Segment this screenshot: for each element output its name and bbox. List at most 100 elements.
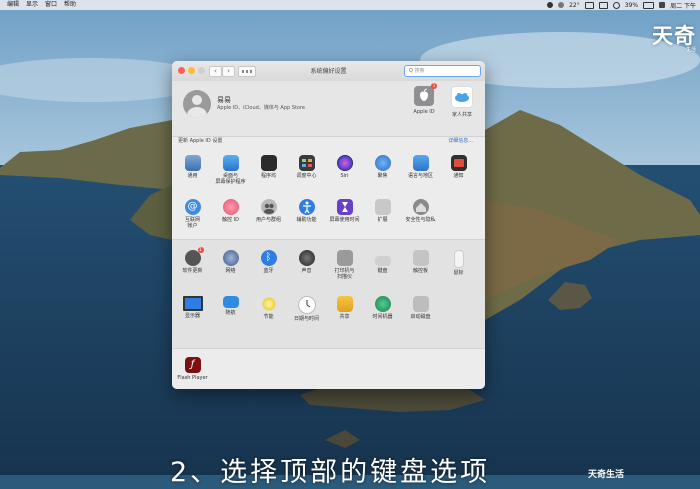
menu-view[interactable]: 显示 (26, 0, 38, 10)
general-icon (184, 155, 201, 171)
pref-energy-saver[interactable]: 节能 (252, 296, 285, 320)
apple-id-badge: 1 (431, 83, 437, 89)
pref-mouse-label: 鼠标 (453, 270, 464, 276)
pref-printers-scanners[interactable]: 打印机与 扫描仪 (328, 250, 361, 280)
apple-id-label: Apple ID (413, 109, 435, 115)
pref-users-label: 用户与群组 (255, 217, 281, 223)
pref-language-label: 语言与地区 (407, 173, 433, 179)
pref-sound[interactable]: 声音 (290, 250, 323, 274)
pref-touch-id[interactable]: 触控 ID (214, 199, 247, 223)
pref-network[interactable]: 网络 (214, 250, 247, 274)
keyboard-icon (374, 256, 391, 266)
search-field[interactable]: Q 搜索 (404, 65, 481, 77)
pref-extensions-label: 扩展 (377, 217, 388, 223)
at-sign-icon: @ (184, 199, 201, 215)
pref-users-groups[interactable]: 用户与群组 (252, 199, 285, 223)
pref-extensions[interactable]: 扩展 (366, 199, 399, 223)
apple-logo-icon: 1 (414, 83, 437, 106)
wifi-icon[interactable] (612, 1, 620, 9)
gear-icon: 1 (184, 247, 204, 266)
battery-label[interactable]: 39% (625, 2, 638, 9)
pref-displays-label: 显示器 (184, 313, 200, 319)
pref-spotlight-label: 聚焦 (377, 173, 388, 179)
hourglass-icon (336, 199, 353, 215)
users-icon (260, 199, 277, 215)
pref-startup-disk[interactable]: 启动磁盘 (404, 296, 437, 320)
spotlight-icon (374, 155, 391, 171)
pref-bluetooth[interactable]: ᛒ 蓝牙 (252, 250, 285, 274)
pref-time-machine[interactable]: 时间机器 (366, 296, 399, 320)
details-link[interactable]: 详细信息... (448, 137, 473, 144)
pref-internet-label: 互联网 帐户 (184, 217, 200, 229)
pref-dock-label: 程序坞 (260, 173, 276, 179)
pref-desktop-screensaver[interactable]: 桌面与 屏幕保护程序 (214, 155, 247, 185)
sidecar-icon (222, 296, 239, 308)
siri-icon (336, 155, 353, 171)
pref-mission-control-label: 调度中心 (296, 173, 317, 179)
language-region-icon (412, 155, 429, 171)
family-sharing-icon (451, 86, 473, 108)
printer-icon (336, 250, 353, 266)
bluetooth-icon: ᛒ (260, 250, 277, 266)
family-sharing-pref[interactable]: 家人共享 (447, 86, 477, 118)
display-icon[interactable] (584, 1, 594, 9)
pref-spotlight[interactable]: 聚焦 (366, 155, 399, 179)
pref-mission-control[interactable]: 调度中心 (290, 155, 323, 179)
pref-time-machine-label: 时间机器 (372, 314, 393, 320)
weather-icon[interactable] (558, 2, 565, 8)
pref-accessibility[interactable]: 辅助功能 (290, 199, 323, 223)
pref-language-region[interactable]: 语言与地区 (404, 155, 437, 179)
user-subtitle: Apple ID、iCloud、媒体与 App Store (217, 105, 305, 111)
dock-icon (260, 155, 277, 171)
disk-icon (412, 296, 429, 312)
watermark-text: 天奇 (652, 24, 696, 48)
pref-internet-accounts[interactable]: @ 互联网 帐户 (176, 199, 209, 229)
pref-software-update[interactable]: 1 软件更新 (176, 247, 209, 274)
pref-sharing[interactable]: 共享 (328, 296, 361, 320)
menu-edit[interactable]: 编辑 (7, 0, 19, 10)
search-placeholder: 搜索 (414, 68, 425, 74)
pref-siri[interactable]: Siri (328, 155, 361, 179)
pref-sidecar[interactable]: 随航 (214, 296, 247, 316)
software-update-badge: 1 (197, 247, 204, 253)
account-banner: 易易 Apple ID、iCloud、媒体与 App Store 1 Apple… (172, 81, 485, 137)
pref-displays[interactable]: 显示器 (176, 296, 209, 319)
globe-icon (222, 250, 239, 266)
pref-security-privacy[interactable]: 安全性与隐私 (404, 199, 437, 223)
pref-mouse[interactable]: 鼠标 (442, 250, 475, 276)
flag-icon[interactable] (659, 2, 666, 8)
personal-section: 通用 桌面与 屏幕保护程序 程序坞 调度中心 Siri 聚焦 语言与地区 通知 … (172, 149, 485, 239)
pref-screen-time[interactable]: 屏幕使用时间 (328, 199, 361, 223)
pref-siri-label: Siri (340, 173, 349, 179)
user-avatar[interactable] (183, 90, 211, 118)
pref-startup-label: 启动磁盘 (410, 314, 431, 320)
pref-keyboard[interactable]: 键盘 (366, 250, 399, 274)
menu-window[interactable]: 窗口 (45, 0, 57, 10)
pref-date-time[interactable]: 日期与时间 (290, 296, 323, 322)
family-sharing-label: 家人共享 (451, 112, 472, 118)
status-dot-icon[interactable] (547, 2, 554, 8)
menu-bar-status-area: 22° 39% 周二 下午 (547, 0, 696, 10)
pref-flash-player[interactable]: ƒ Flash Player (176, 357, 209, 381)
pref-energy-label: 节能 (263, 314, 274, 320)
pref-general[interactable]: 通用 (176, 155, 209, 179)
preferences-grid: 通用 桌面与 屏幕保护程序 程序坞 调度中心 Siri 聚焦 语言与地区 通知 … (172, 149, 485, 389)
window-titlebar: ‹ › 系统偏好设置 Q 搜索 (172, 61, 485, 82)
airplay-icon[interactable] (598, 1, 608, 9)
pref-dock[interactable]: 程序坞 (252, 155, 285, 179)
watermark-logo: 天奇 生活 (652, 20, 696, 53)
clock-label[interactable]: 周二 下午 (670, 1, 696, 10)
pref-trackpad[interactable]: 触控板 (404, 250, 437, 274)
pref-sound-label: 声音 (301, 268, 312, 274)
temperature-label[interactable]: 22° (569, 2, 580, 9)
apple-id-pref[interactable]: 1 Apple ID (409, 83, 439, 115)
pref-notifications[interactable]: 通知 (442, 155, 475, 179)
menu-help[interactable]: 帮助 (64, 0, 76, 10)
clock-icon (297, 296, 316, 314)
trackpad-icon (412, 250, 429, 266)
corner-logo: 天奇生活 (588, 470, 625, 480)
battery-icon[interactable] (643, 1, 655, 9)
pref-screen-time-label: 屏幕使用时间 (329, 217, 360, 223)
fingerprint-icon (222, 199, 239, 215)
house-lock-icon (412, 199, 429, 215)
